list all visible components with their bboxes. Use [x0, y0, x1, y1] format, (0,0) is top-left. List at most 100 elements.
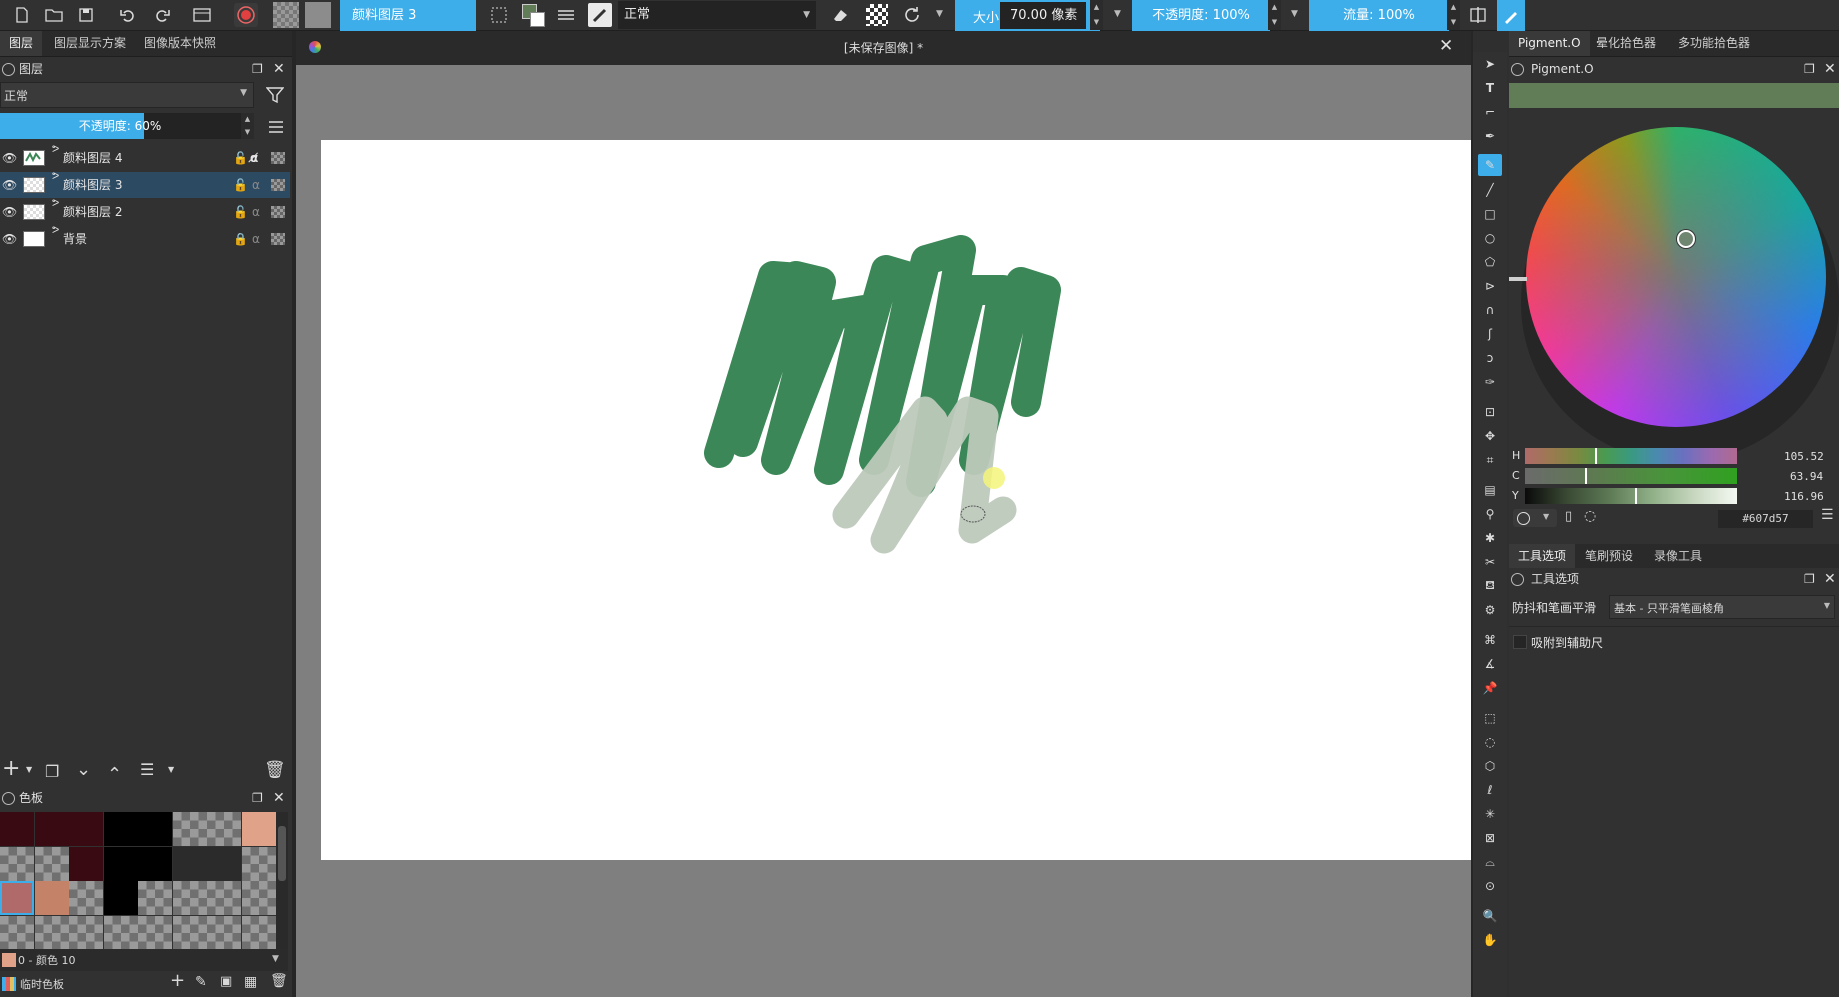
lock-panel-icon[interactable]	[1511, 573, 1524, 586]
brush-preset-icon[interactable]	[588, 3, 612, 27]
gradient-swatch[interactable]	[305, 2, 331, 28]
close-icon[interactable]: ✕	[1824, 58, 1836, 80]
chroma-slider[interactable]	[1525, 468, 1737, 484]
snap-checkbox[interactable]	[1513, 635, 1527, 649]
layer-name[interactable]: 颜料图层 3	[63, 172, 122, 198]
palette-swatch[interactable]	[241, 812, 276, 846]
palette-swatch[interactable]	[138, 881, 172, 915]
pattern-swatch[interactable]	[273, 2, 299, 28]
palette-swatch[interactable]	[34, 881, 69, 915]
record-icon[interactable]	[234, 3, 258, 27]
tab-brush-presets[interactable]: 笔刷预设	[1576, 544, 1642, 568]
pen-pressure-icon[interactable]	[1497, 0, 1525, 31]
color-picker-cursor[interactable]	[1677, 230, 1695, 248]
layer-name[interactable]: 背景	[63, 226, 87, 252]
crop-tool-icon[interactable]: ⌗	[1479, 450, 1501, 470]
blend-mode-dropdown[interactable]: 正常 ▼	[618, 1, 816, 29]
assistant-tool-icon[interactable]: ⌘	[1479, 630, 1501, 650]
select-shapes-icon[interactable]: ➤	[1479, 54, 1501, 74]
chroma-value[interactable]: 63.94	[1790, 470, 1823, 483]
palette-swatch[interactable]	[103, 812, 138, 846]
mirror-icon[interactable]	[1466, 3, 1490, 27]
palette-swatch[interactable]	[69, 812, 103, 846]
alpha-lock-icon[interactable]: α̸	[250, 145, 258, 171]
palette-swatch[interactable]	[172, 846, 207, 881]
layer-name-field[interactable]: 颜料图层 3	[340, 0, 476, 31]
palette-swatch[interactable]	[207, 915, 241, 949]
layer-row[interactable]: 👁 ᕗ 背景 🔒 α	[0, 225, 290, 252]
palette-swatch[interactable]	[207, 846, 241, 881]
current-color-bar[interactable]	[1509, 83, 1839, 108]
save-palette-icon[interactable]: ▣	[220, 974, 232, 989]
magnetic-select-icon[interactable]: ⊙	[1479, 876, 1501, 896]
chroma-slider-handle[interactable]	[1585, 468, 1587, 484]
eraser-icon[interactable]	[828, 3, 852, 27]
palette-scrollbar[interactable]	[276, 812, 288, 949]
chevron-down-icon[interactable]: ▼	[1114, 9, 1121, 19]
foreground-background-colors[interactable]	[520, 2, 548, 30]
luma-slider[interactable]	[1525, 488, 1737, 504]
luma-value[interactable]: 116.96	[1784, 490, 1824, 503]
filter-icon[interactable]	[262, 83, 288, 107]
palette-swatch[interactable]	[172, 915, 207, 949]
palette-swatch[interactable]	[103, 846, 138, 881]
add-swatch-icon[interactable]: +	[170, 970, 185, 991]
chevron-down-icon[interactable]: ▼	[26, 765, 32, 774]
lock-panel-icon[interactable]	[2, 792, 15, 805]
save-icon[interactable]	[74, 3, 98, 27]
smoothing-dropdown[interactable]: 基本 - 只平滑笔画棱角 ▼	[1609, 595, 1835, 619]
fill-tool-icon[interactable]: ⛾	[1479, 576, 1501, 596]
enclose-fill-icon[interactable]: ⚙	[1479, 600, 1501, 620]
hue-value[interactable]: 105.52	[1784, 450, 1824, 463]
selection-mode-icon[interactable]	[487, 3, 511, 27]
polyline-tool-icon[interactable]: ⊳	[1479, 276, 1501, 296]
palette-grid[interactable]	[0, 812, 276, 949]
float-panel-icon[interactable]: ❐	[252, 787, 263, 809]
float-panel-icon[interactable]: ❐	[252, 58, 263, 80]
palette-swatch[interactable]	[103, 881, 138, 915]
inherit-alpha-icon[interactable]	[271, 152, 285, 164]
size-value[interactable]: 70.00 像素	[1000, 2, 1086, 29]
palette-swatch[interactable]	[138, 915, 172, 949]
freehand-path-icon[interactable]: ʃ	[1479, 324, 1501, 344]
wheel-size-handle[interactable]	[1509, 277, 1527, 281]
redo-icon[interactable]	[150, 3, 174, 27]
similar-select-icon[interactable]: ⊠	[1479, 828, 1501, 848]
palette-swatch[interactable]	[34, 915, 69, 949]
flow-field[interactable]: 流量: 100%	[1309, 0, 1449, 31]
alpha-lock-icon[interactable]: α	[252, 199, 260, 225]
delete-icon[interactable]: 🗑	[270, 973, 288, 989]
bezier-select-icon[interactable]: ⌓	[1479, 852, 1501, 872]
move-layer-up-icon[interactable]: ⌃	[107, 764, 122, 785]
flow-spinner[interactable]: ▲ ▼	[1447, 0, 1460, 30]
palette-swatch[interactable]	[69, 846, 103, 881]
document-icon[interactable]: ▯	[1565, 509, 1572, 524]
menu-icon[interactable]: ☰	[1821, 507, 1834, 523]
palette-swatch[interactable]	[241, 881, 276, 915]
gradient-tool-icon[interactable]: ▤	[1479, 480, 1501, 500]
line-tool-icon[interactable]: ╱	[1479, 180, 1501, 200]
hue-slider[interactable]	[1525, 448, 1737, 464]
preserve-alpha-icon[interactable]	[866, 4, 888, 26]
color-picker-icon[interactable]: ⚲	[1479, 504, 1501, 524]
lock-icon[interactable]: 🔓	[233, 172, 248, 198]
open-folder-icon[interactable]	[42, 3, 66, 27]
workspace-icon[interactable]	[190, 3, 214, 27]
opacity-field[interactable]: 不透明度: 100%	[1132, 0, 1270, 31]
visibility-eye-icon[interactable]: 👁	[2, 226, 17, 252]
calligraphy-icon[interactable]: ✒	[1479, 126, 1501, 146]
text-tool-icon[interactable]: T	[1479, 78, 1501, 98]
hue-slider-handle[interactable]	[1595, 448, 1597, 464]
size-spinner[interactable]: ▲ ▼	[1090, 0, 1103, 30]
tab-advanced-color[interactable]: 多功能拾色器	[1669, 31, 1759, 56]
close-icon[interactable]: ✕	[273, 58, 285, 80]
tab-snapshots[interactable]: 图像版本快照	[135, 31, 225, 56]
chevron-down-icon[interactable]: ▼	[936, 9, 943, 19]
magic-wand-icon[interactable]: ✳	[1479, 804, 1501, 824]
close-icon[interactable]: ✕	[273, 787, 285, 809]
palette-swatch[interactable]	[207, 812, 241, 846]
inherit-alpha-icon[interactable]	[271, 206, 285, 218]
palette-swatch[interactable]	[241, 915, 276, 949]
transform-tool-icon[interactable]: ⊡	[1479, 402, 1501, 422]
hex-input[interactable]: #607d57	[1718, 510, 1813, 528]
